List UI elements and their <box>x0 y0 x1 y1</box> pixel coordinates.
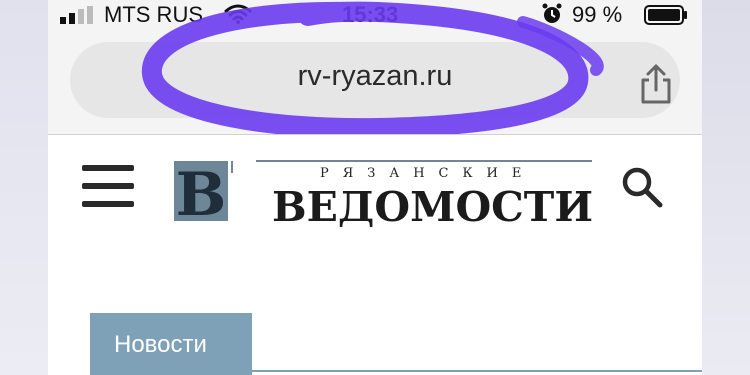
search-icon[interactable] <box>620 165 664 209</box>
alarm-icon <box>542 3 562 23</box>
tab-underline <box>90 370 702 372</box>
tab-news-label: Новости <box>114 331 207 358</box>
wifi-icon <box>224 4 252 24</box>
logo-letter: В <box>176 160 227 227</box>
site-logo[interactable]: В РЯЗАНСКИЕ ВЕДОМОСТИ <box>172 155 592 227</box>
battery-percent: 99 % <box>572 2 623 27</box>
logo-main-text: ВЕДОМОСТИ <box>272 183 592 227</box>
status-time: 15:33 <box>342 2 399 27</box>
menu-icon[interactable] <box>82 165 134 209</box>
carrier-name: MTS RUS <box>104 2 203 27</box>
tab-news[interactable]: Новости <box>90 313 252 375</box>
url-text[interactable]: rv-ryazan.ru <box>70 60 680 93</box>
address-bar[interactable]: rv-ryazan.ru <box>70 42 680 118</box>
logo-top-text: РЯЗАНСКИЕ <box>320 166 535 181</box>
signal-icon <box>60 6 93 24</box>
status-bar: MTS RUS 15:33 99 % <box>48 0 702 34</box>
background-right <box>702 0 750 375</box>
share-icon[interactable] <box>636 62 676 106</box>
battery-icon <box>644 5 687 25</box>
website-content: В РЯЗАНСКИЕ ВЕДОМОСТИ Новости <box>48 135 702 375</box>
background-left <box>0 0 48 375</box>
phone-screen: MTS RUS 15:33 99 % rv-ryazan.ru В РЯЗАНС… <box>48 0 702 375</box>
